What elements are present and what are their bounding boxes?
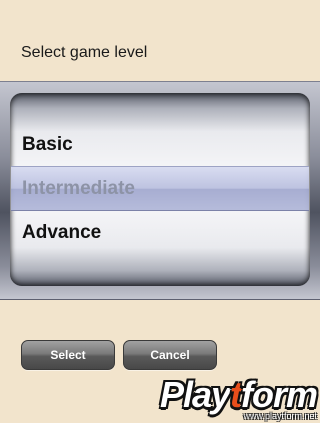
picker-option-basic[interactable]: Basic xyxy=(22,134,73,156)
select-button[interactable]: Select xyxy=(21,340,115,370)
picker-option-intermediate[interactable]: Intermediate xyxy=(22,178,135,200)
cancel-button[interactable]: Cancel xyxy=(123,340,217,370)
playtform-watermark: Playtform www.playtform.net xyxy=(159,374,318,422)
picker-option-advance[interactable]: Advance xyxy=(22,222,101,244)
picker-selection-indicator[interactable]: Intermediate xyxy=(11,166,309,211)
level-prompt: Select game level xyxy=(21,44,148,61)
playtform-logo: Playtform xyxy=(159,374,318,415)
